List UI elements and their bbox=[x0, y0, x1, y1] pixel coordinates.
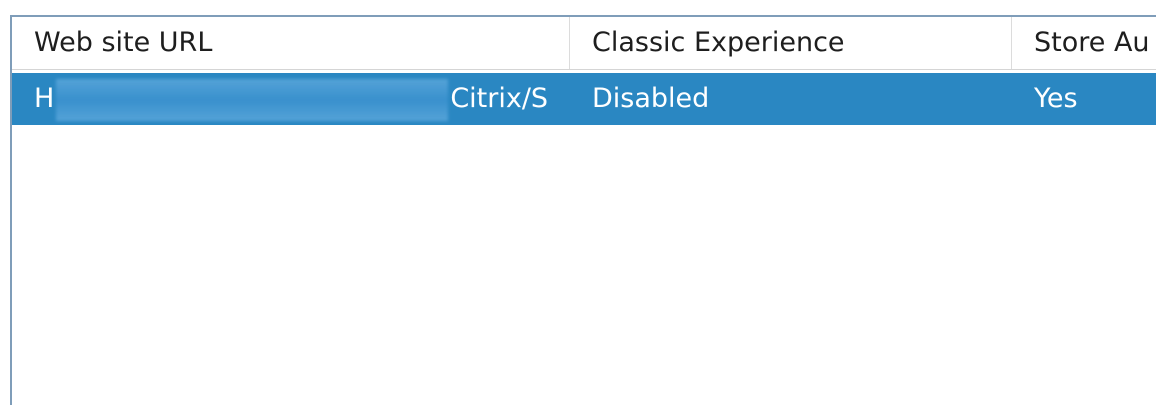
cell-store-auth: Yes bbox=[1034, 83, 1078, 114]
column-header-store-auth[interactable]: Store Au bbox=[1012, 17, 1156, 69]
store-websites-listview[interactable]: Web site URL Classic Experience Store Au… bbox=[10, 15, 1156, 405]
redacted-url-blur bbox=[56, 78, 449, 121]
column-header-web-site-url[interactable]: Web site URL bbox=[12, 17, 570, 69]
url-suffix-text: Citrix/S bbox=[450, 83, 549, 114]
cell-classic-experience: Disabled bbox=[592, 83, 710, 114]
table-row[interactable]: H Citrix/S Disabled Yes bbox=[12, 73, 1156, 125]
cell-web-site-url: H Citrix/S bbox=[12, 73, 570, 125]
column-header-row: Web site URL Classic Experience Store Au bbox=[12, 17, 1156, 70]
url-prefix-text: H bbox=[34, 83, 55, 114]
column-header-classic-experience[interactable]: Classic Experience bbox=[570, 17, 1012, 69]
